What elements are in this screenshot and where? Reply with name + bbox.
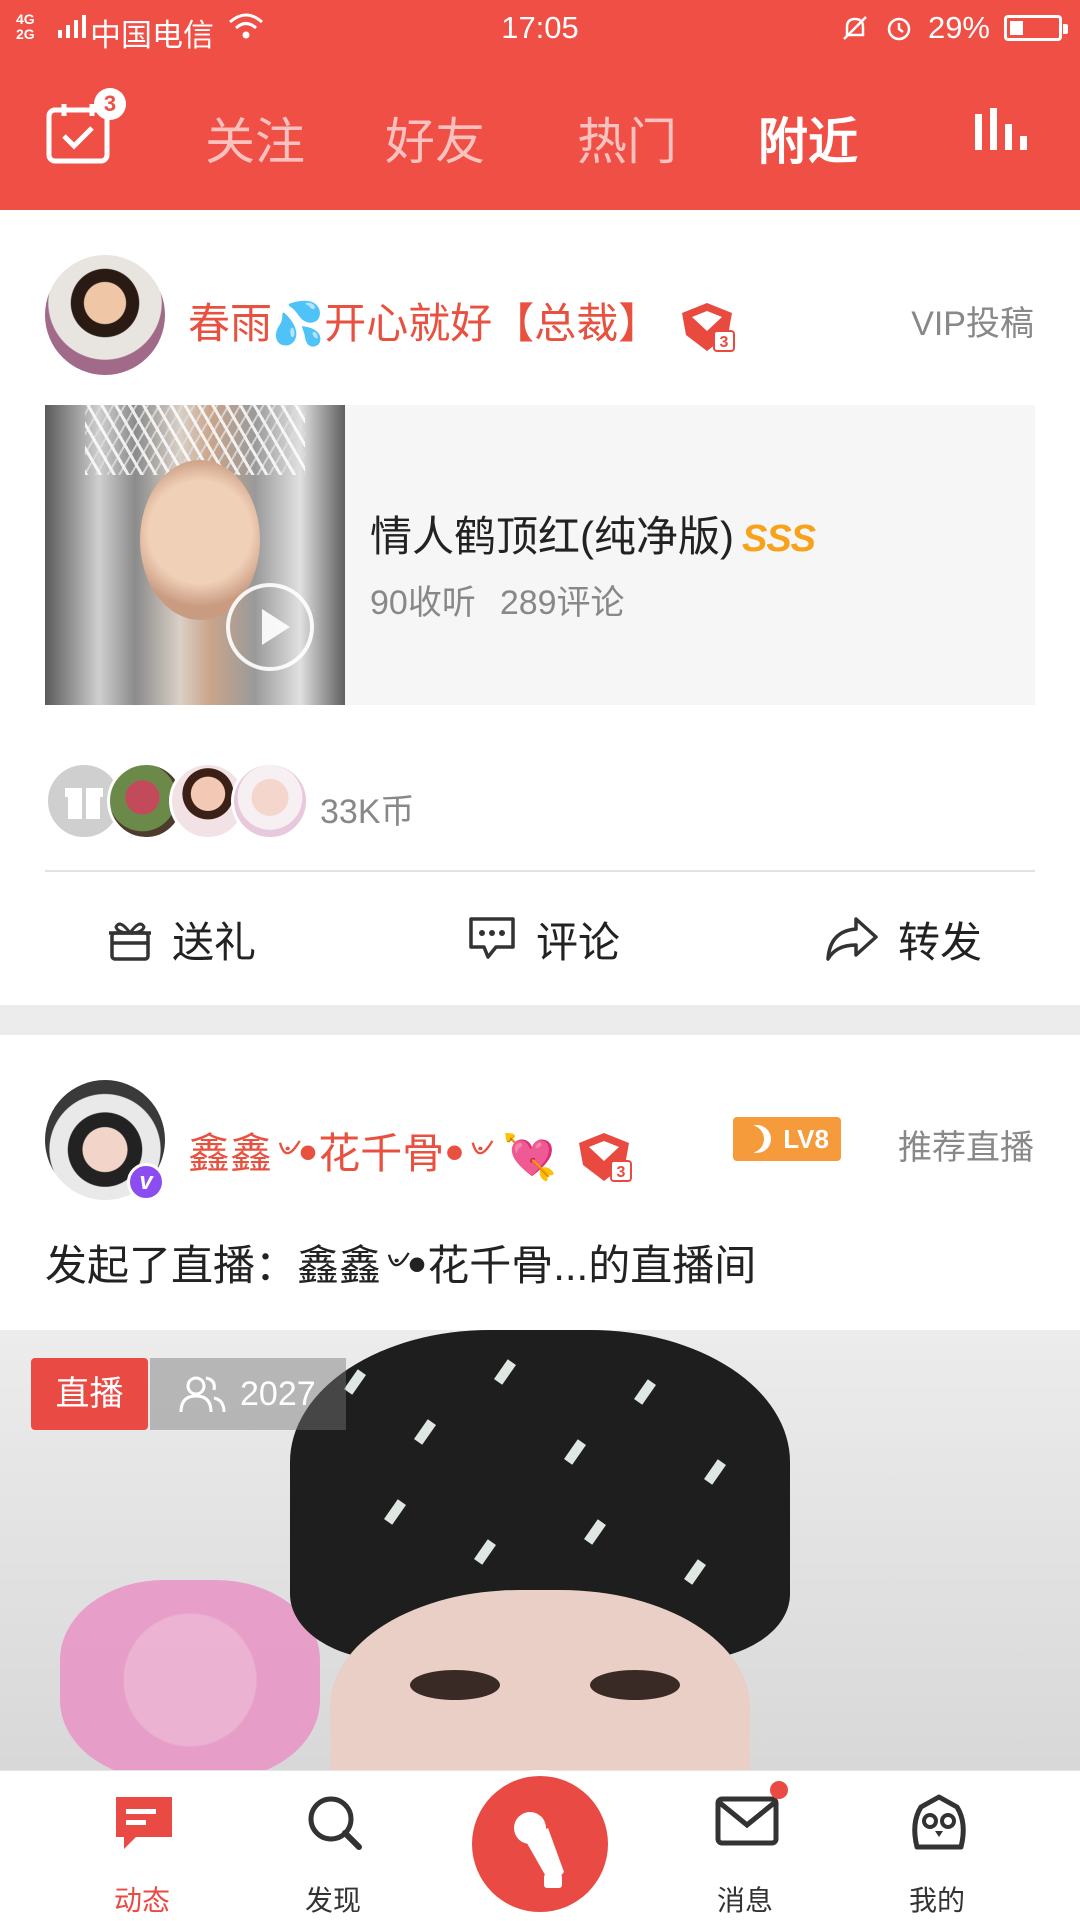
battery-icon xyxy=(1004,15,1068,41)
gift-icon xyxy=(109,922,151,961)
gift-button[interactable]: 送礼 xyxy=(106,904,256,974)
comment-label: 评论 xyxy=(536,918,621,966)
feed-icon xyxy=(116,1797,172,1849)
moon-icon xyxy=(743,1125,771,1153)
post2-tag: 推荐直播 xyxy=(898,1129,1034,1167)
calendar-badge: 3 xyxy=(94,88,126,120)
nav-discover-label: 发现 xyxy=(304,1885,361,1916)
rank-shield-icon: 3 xyxy=(578,1132,632,1182)
comment-button[interactable]: 评论 xyxy=(466,904,620,974)
status-right: 29% xyxy=(840,10,1068,46)
app-header: 4G 2G 中国电信 17:05 29% 3 关注 好友 热门 附近 xyxy=(0,0,1080,210)
alarm-icon xyxy=(887,17,911,41)
post1-username[interactable]: 春雨💦开心就好【总裁】 xyxy=(188,300,660,347)
level-badge: LV8 xyxy=(733,1117,841,1161)
search-icon xyxy=(308,1796,362,1850)
song-listens: 90收听 xyxy=(370,584,476,622)
tab-nearby[interactable]: 附近 xyxy=(758,102,858,174)
ranking-icon[interactable] xyxy=(973,108,1029,154)
svg-text:3: 3 xyxy=(720,334,729,351)
viewer-count-text: 2027 xyxy=(240,1375,316,1413)
song-comments: 289评论 xyxy=(499,584,625,622)
comment-icon xyxy=(469,917,515,959)
verified-v-icon: v xyxy=(127,1163,165,1201)
nav-profile-label: 我的 xyxy=(908,1885,965,1916)
gifter-avatar[interactable] xyxy=(231,762,309,840)
tab-hot[interactable]: 热门 xyxy=(577,102,677,174)
svg-text:3: 3 xyxy=(616,1164,625,1181)
sing-record-button[interactable] xyxy=(472,1776,608,1912)
play-icon[interactable] xyxy=(226,583,314,671)
microphone-icon xyxy=(514,1812,564,1888)
rank-shield-icon: 3 xyxy=(681,302,735,352)
divider xyxy=(45,870,1035,872)
section-separator xyxy=(0,1005,1080,1035)
song-title: 情人鹤顶红(纯净版) SSS xyxy=(370,503,816,564)
post2-text: 发起了直播：鑫鑫৺ꔷ花千骨...的直播间 xyxy=(45,1242,757,1289)
nav-feed-label: 动态 xyxy=(113,1885,170,1916)
song-title-text: 情人鹤顶红(纯净版) xyxy=(370,513,734,560)
share-label: 转发 xyxy=(898,918,983,966)
battery-percent: 29% xyxy=(927,10,990,45)
song-stats: 90收听 289评论 xyxy=(370,575,625,624)
post2-username-row[interactable]: 鑫鑫৺ꔷ花千骨ꔷ৺ 💘 3 xyxy=(188,1120,633,1192)
nav-feed[interactable]: 动态 xyxy=(82,1771,202,1921)
share-icon xyxy=(826,917,878,961)
post1-tag: VIP投稿 xyxy=(911,305,1034,343)
song-cover-image[interactable] xyxy=(45,405,345,705)
profile-owl-icon xyxy=(912,1794,966,1850)
mute-bell-icon xyxy=(843,16,867,40)
gift-label: 送礼 xyxy=(172,918,257,966)
status-bar: 4G 2G 中国电信 17:05 29% xyxy=(0,0,1080,56)
heart-arrow-icon: 💘 xyxy=(502,1132,557,1182)
level-badge-text: LV8 xyxy=(783,1124,829,1154)
message-notification-dot xyxy=(770,1781,788,1799)
battery-level xyxy=(1010,21,1023,35)
viewers-icon xyxy=(179,1376,226,1413)
nav-messages-label: 消息 xyxy=(716,1885,773,1916)
post1-avatar[interactable] xyxy=(45,255,165,375)
live-badge: 直播 xyxy=(31,1358,148,1430)
nav-discover[interactable]: 发现 xyxy=(273,1771,393,1921)
song-card[interactable]: 情人鹤顶红(纯净版) SSS 90收听 289评论 xyxy=(45,405,1035,705)
post1-username-row[interactable]: 春雨💦开心就好【总裁】 3 xyxy=(188,290,736,353)
mail-icon xyxy=(715,1796,779,1846)
tab-follow[interactable]: 关注 xyxy=(205,102,305,174)
share-button[interactable]: 转发 xyxy=(824,904,982,974)
top-tabs: 3 关注 好友 热门 附近 xyxy=(0,60,1080,210)
viewer-count: 2027 xyxy=(150,1358,346,1430)
tab-friends[interactable]: 好友 xyxy=(385,102,485,174)
sss-quality-badge: SSS xyxy=(741,518,816,560)
gift-coins: 33K币 xyxy=(320,793,415,831)
nav-profile[interactable]: 我的 xyxy=(877,1771,997,1921)
post2-username[interactable]: 鑫鑫৺ꔷ花千骨ꔷ৺ xyxy=(188,1130,490,1177)
